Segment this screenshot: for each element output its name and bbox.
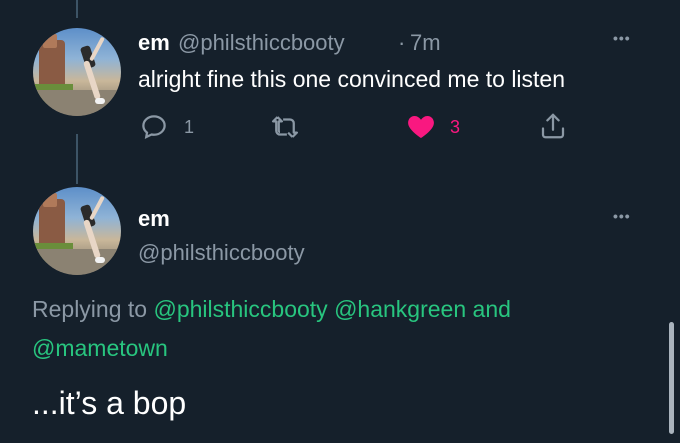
mention-link[interactable]: @philsthiccbooty (153, 296, 327, 322)
tweet-text: ...it’s a bop (32, 385, 187, 421)
share-button[interactable] (538, 110, 568, 142)
share-icon (541, 113, 565, 139)
replying-to-label: Replying to (32, 296, 148, 322)
like-button[interactable] (405, 110, 437, 142)
heart-filled-icon (408, 116, 434, 138)
replying-to-line-2: @mametown (32, 329, 168, 367)
reply-icon (142, 115, 166, 139)
display-name[interactable]: em (138, 30, 170, 56)
avatar[interactable] (33, 187, 121, 275)
retweet-button[interactable] (270, 112, 300, 142)
display-name[interactable]: em (138, 206, 170, 232)
like-count: 3 (450, 117, 461, 137)
tweet-text: alright fine this one convinced me to li… (138, 66, 566, 92)
thread-line-top (76, 0, 78, 18)
more-options-button[interactable]: ••• (613, 30, 631, 46)
thread-line-bottom (76, 134, 78, 184)
more-options-button[interactable]: ••• (613, 208, 631, 224)
scrollbar[interactable] (669, 322, 674, 434)
and-word: and (472, 296, 511, 322)
retweet-icon (272, 116, 298, 138)
mention-link[interactable]: @hankgreen (334, 296, 466, 322)
replying-to-line: Replying to @philsthiccbooty @hankgreen … (32, 290, 511, 328)
timestamp[interactable]: 7m (410, 30, 441, 56)
reply-count: 1 (184, 117, 195, 137)
handle[interactable]: @philsthiccbooty (178, 30, 345, 56)
avatar[interactable] (33, 28, 121, 116)
handle[interactable]: @philsthiccbooty (138, 240, 305, 266)
reply-button[interactable] (139, 112, 169, 142)
mention-link[interactable]: @mametown (32, 335, 168, 361)
separator-dot: · (398, 30, 406, 55)
